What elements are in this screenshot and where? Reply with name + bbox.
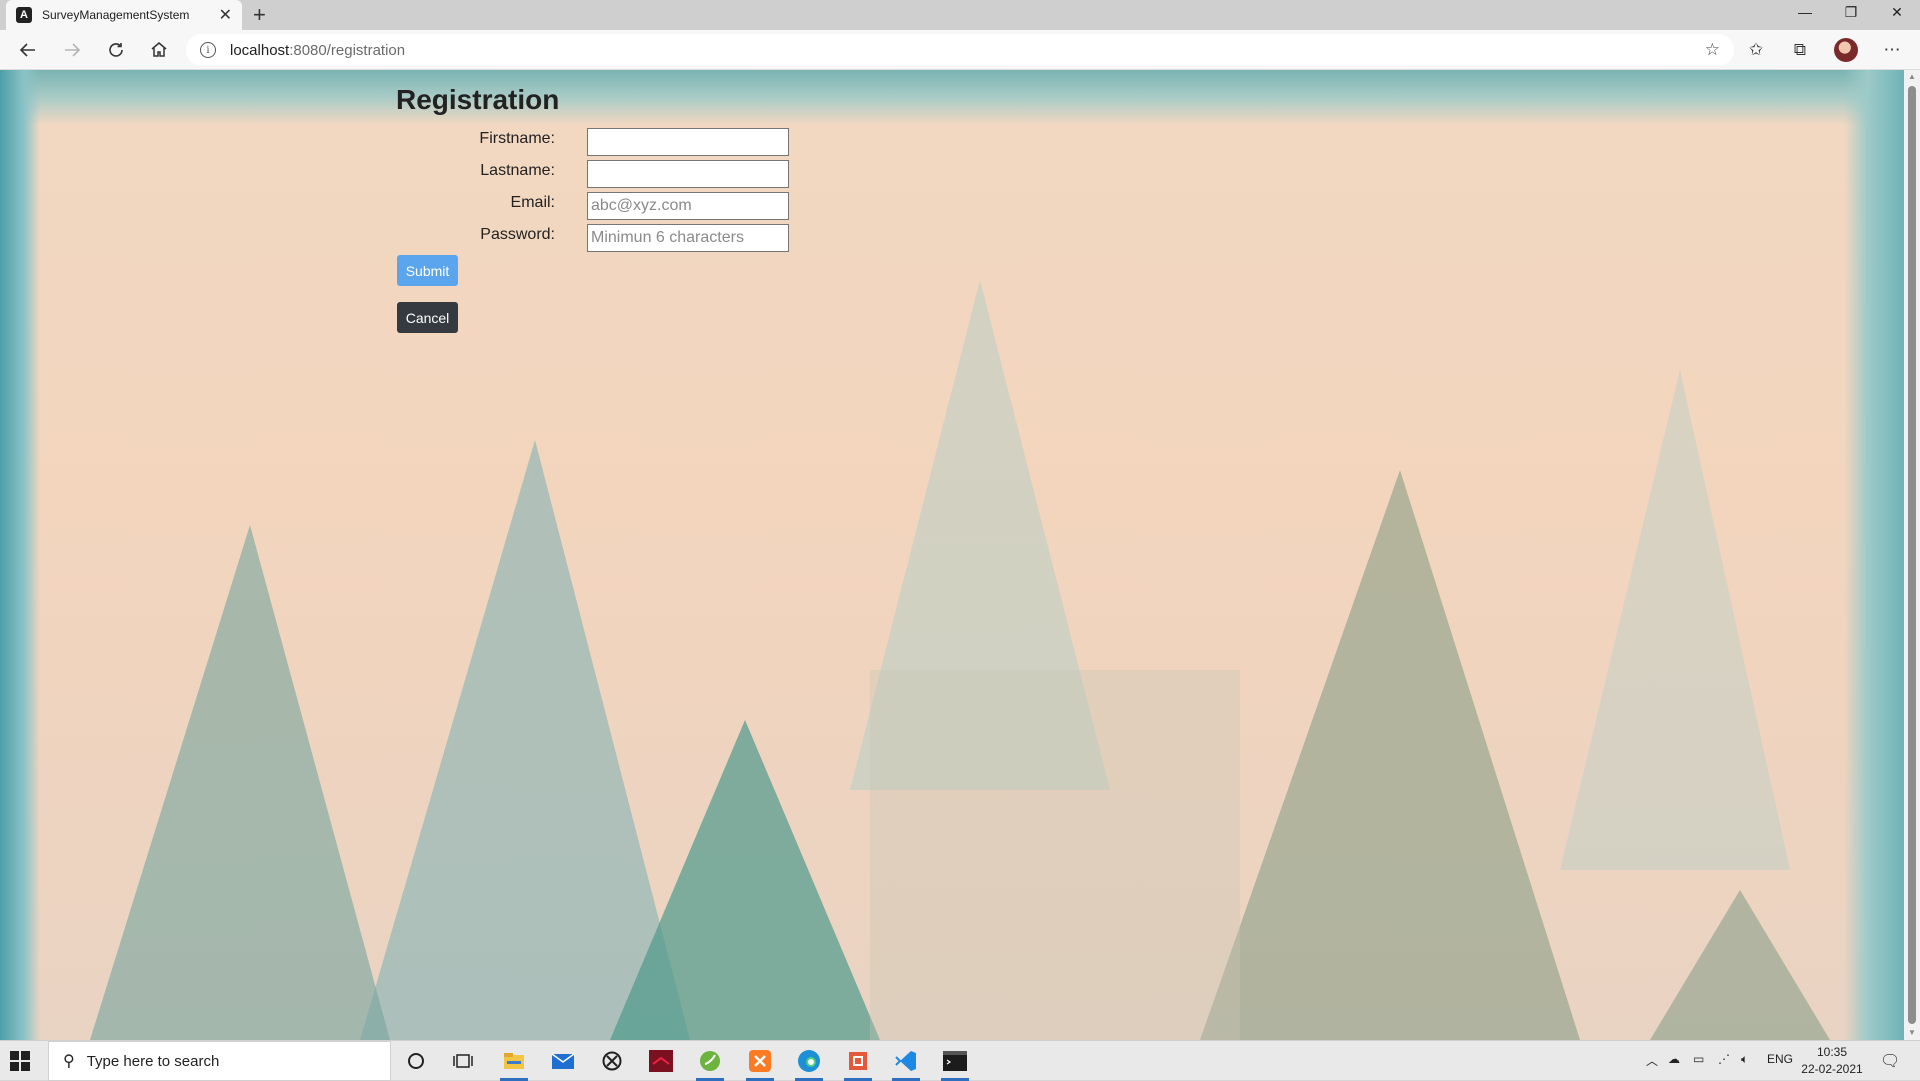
- xbox-icon[interactable]: [594, 1045, 630, 1077]
- page-scrollbar[interactable]: ▲ ▼: [1904, 70, 1920, 1040]
- close-tab-icon[interactable]: ✕: [219, 5, 232, 25]
- back-icon[interactable]: [14, 36, 42, 64]
- volume-icon[interactable]: 🔈︎: [1741, 1052, 1748, 1067]
- battery-icon[interactable]: ▭: [1693, 1052, 1704, 1066]
- taskbar-search-box[interactable]: ⚲ Type here to search: [48, 1041, 391, 1081]
- home-icon[interactable]: [145, 36, 173, 64]
- clock-time: 10:35: [1816, 1045, 1848, 1059]
- lastname-label: Lastname:: [480, 162, 555, 179]
- mail-icon[interactable]: [545, 1045, 581, 1077]
- file-explorer-icon[interactable]: [496, 1045, 532, 1081]
- search-icon: ⚲: [63, 1053, 75, 1070]
- email-input[interactable]: [587, 192, 789, 220]
- restore-icon[interactable]: ❐: [1836, 4, 1866, 26]
- site-info-icon[interactable]: i: [200, 42, 216, 58]
- lastname-row: Lastname:: [396, 160, 796, 190]
- password-label: Password:: [480, 226, 555, 243]
- cortana-icon[interactable]: [398, 1045, 434, 1077]
- firstname-input[interactable]: [587, 128, 789, 156]
- scroll-up-icon[interactable]: ▲: [1904, 70, 1920, 84]
- background-trees-image: [90, 280, 1830, 1040]
- password-input[interactable]: [587, 224, 789, 252]
- notifications-icon[interactable]: 🗨︎: [1880, 1051, 1900, 1071]
- network-icon[interactable]: ⋰: [1718, 1052, 1730, 1066]
- spring-tool-icon[interactable]: [692, 1045, 728, 1081]
- refresh-icon[interactable]: [102, 36, 130, 64]
- angular-favicon-icon: A: [16, 7, 32, 23]
- task-view-icon[interactable]: [445, 1045, 481, 1077]
- url-text: localhost:8080/registration: [230, 42, 405, 59]
- show-hidden-icons-icon[interactable]: ︿: [1646, 1052, 1658, 1069]
- onedrive-icon[interactable]: ☁: [1668, 1052, 1680, 1066]
- new-tab-button[interactable]: +: [253, 2, 266, 28]
- more-options-icon[interactable]: ⋯: [1878, 36, 1906, 64]
- app-red-icon[interactable]: [643, 1045, 679, 1077]
- address-bar[interactable]: i localhost:8080/registration ☆: [186, 34, 1734, 66]
- tab-strip: A SurveyManagementSystem ✕ + — ❐ ✕: [0, 0, 1920, 30]
- windows-taskbar: ⚲ Type here to search ︿ ☁ ▭ ⋰ 🔈︎ ENG 10:: [0, 1040, 1920, 1081]
- tab-title: SurveyManagementSystem: [42, 8, 190, 22]
- firstname-row: Firstname:: [396, 128, 796, 158]
- favorites-icon[interactable]: ✩: [1742, 36, 1770, 64]
- minimize-icon[interactable]: —: [1790, 4, 1820, 26]
- email-row: Email:: [396, 192, 796, 222]
- xampp-icon[interactable]: [742, 1045, 778, 1081]
- firstname-label: Firstname:: [479, 130, 555, 147]
- browser-toolbar: i localhost:8080/registration ☆ ✩ ⧉ ⋯: [0, 30, 1920, 70]
- forward-icon[interactable]: [58, 36, 86, 64]
- clock-date: 22-02-2021: [1801, 1062, 1863, 1076]
- page-title: Registration: [396, 84, 560, 115]
- cancel-button[interactable]: Cancel: [397, 302, 458, 333]
- edge-icon[interactable]: [791, 1045, 827, 1081]
- search-placeholder: Type here to search: [86, 1052, 220, 1070]
- powerpoint-icon[interactable]: [840, 1045, 876, 1081]
- add-favorite-icon[interactable]: ☆: [1705, 40, 1720, 60]
- collections-icon[interactable]: ⧉: [1786, 36, 1814, 64]
- terminal-icon[interactable]: [937, 1045, 973, 1081]
- url-path: :8080/registration: [289, 41, 406, 59]
- lastname-input[interactable]: [587, 160, 789, 188]
- vscode-icon[interactable]: [888, 1045, 924, 1081]
- system-clock[interactable]: 10:35 22-02-2021: [1792, 1044, 1872, 1078]
- language-indicator[interactable]: ENG: [1767, 1052, 1793, 1066]
- scroll-thumb[interactable]: [1908, 86, 1916, 1024]
- windows-start-icon[interactable]: [10, 1051, 30, 1071]
- page-viewport: Registration Firstname: Lastname: Email:…: [0, 70, 1904, 1040]
- submit-button[interactable]: Submit: [397, 255, 458, 286]
- browser-tab[interactable]: A SurveyManagementSystem ✕: [6, 0, 242, 30]
- scroll-down-icon[interactable]: ▼: [1904, 1026, 1920, 1040]
- url-host: localhost: [230, 41, 290, 59]
- profile-avatar[interactable]: [1834, 38, 1858, 62]
- email-label: Email:: [510, 194, 555, 211]
- close-window-icon[interactable]: ✕: [1882, 4, 1912, 26]
- password-row: Password:: [396, 224, 796, 254]
